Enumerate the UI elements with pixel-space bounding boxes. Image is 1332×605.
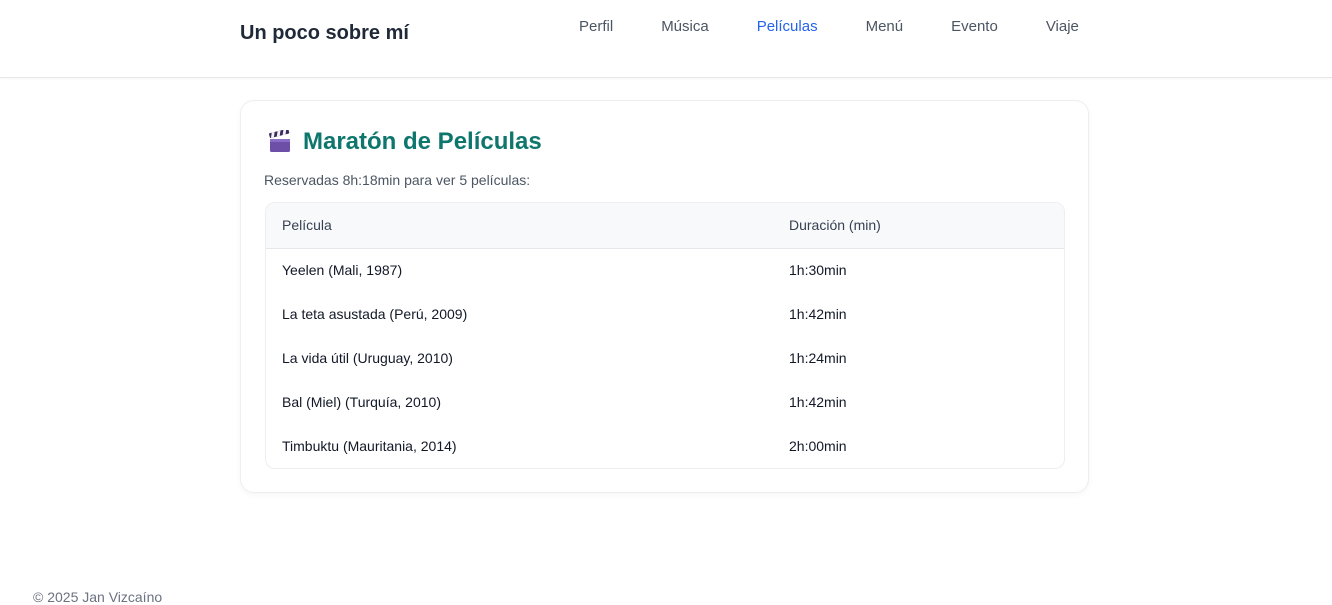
main-nav: Perfil Música Películas Menú Evento Viaj… (555, 17, 1103, 37)
marathon-summary: Reservadas 8h:18min para ver 5 películas… (264, 172, 531, 188)
table-row: Yeelen (Mali, 1987) 1h:30min (266, 248, 1064, 292)
movie-title-cell: La teta asustada (Perú, 2009) (282, 306, 468, 322)
site-title[interactable]: Un poco sobre mí (240, 22, 409, 45)
column-header-duration: Duración (min) (789, 217, 881, 234)
footer-copyright: © 2025 Jan Vizcaíno (33, 589, 163, 605)
table-row: Timbuktu (Mauritania, 2014) 2h:00min (266, 424, 1064, 468)
table-header-row: Película Duración (min) (266, 203, 1064, 248)
nav-link-peliculas[interactable]: Películas (733, 17, 842, 37)
page-title: Maratón de Películas (303, 128, 542, 155)
movie-title-cell: Timbuktu (Mauritania, 2014) (282, 438, 457, 454)
movie-marathon-card: Maratón de Películas Reservadas 8h:18min… (240, 100, 1089, 493)
movies-table: Película Duración (min) Yeelen (Mali, 19… (265, 202, 1065, 469)
nav-link-viaje[interactable]: Viaje (1022, 17, 1103, 37)
nav-link-musica[interactable]: Música (637, 17, 733, 37)
movie-title-cell: Bal (Miel) (Turquía, 2010) (282, 394, 441, 410)
duration-cell: 1h:30min (789, 262, 847, 279)
nav-link-perfil[interactable]: Perfil (555, 17, 637, 37)
movie-title-cell: La vida útil (Uruguay, 2010) (282, 350, 453, 366)
table-row: Bal (Miel) (Turquía, 2010) 1h:42min (266, 380, 1064, 424)
card-heading: Maratón de Películas (268, 127, 542, 157)
table-row: La vida útil (Uruguay, 2010) 1h:24min (266, 336, 1064, 380)
clapperboard-icon (268, 128, 292, 154)
duration-cell: 1h:24min (789, 350, 847, 366)
site-header: Un poco sobre mí Perfil Música Películas… (0, 0, 1332, 78)
duration-cell: 1h:42min (789, 394, 847, 410)
nav-link-evento[interactable]: Evento (927, 17, 1022, 37)
duration-cell: 2h:00min (789, 438, 847, 454)
movie-title-cell: Yeelen (Mali, 1987) (282, 262, 403, 279)
column-header-movie: Película (282, 217, 332, 234)
table-row: La teta asustada (Perú, 2009) 1h:42min (266, 292, 1064, 336)
duration-cell: 1h:42min (789, 306, 847, 322)
nav-link-menu[interactable]: Menú (842, 17, 928, 37)
